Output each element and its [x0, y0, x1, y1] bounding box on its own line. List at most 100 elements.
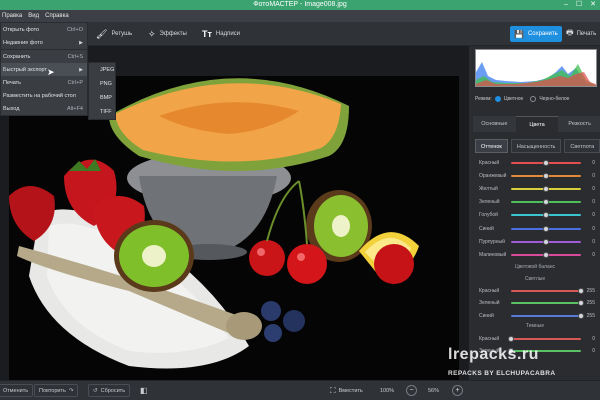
slider-knob[interactable]	[578, 300, 584, 306]
effects-button[interactable]: ✧ Эффекты	[148, 26, 187, 42]
slider-label: Оранжевый	[479, 172, 507, 179]
submenu-item-tiff[interactable]: TIFF	[89, 105, 115, 119]
menu-item-label: Быстрый экспорт	[3, 66, 47, 73]
submenu-item-png[interactable]: PNG	[89, 77, 115, 91]
menu-item-shortcut: Ctrl+P	[67, 79, 83, 86]
slider-track[interactable]	[511, 159, 581, 166]
compare-button[interactable]: ◧	[140, 384, 148, 397]
menu-item-recent[interactable]: Недавние фото ▶	[1, 36, 87, 49]
slider-label: Красный	[479, 287, 500, 294]
compare-icon: ◧	[140, 386, 148, 395]
submenu-item-jpeg[interactable]: JPEG	[89, 63, 115, 77]
subtab-lightness[interactable]: Светлота	[564, 139, 600, 153]
slider-track[interactable]	[508, 335, 581, 342]
brush-icon: 🖌	[96, 28, 108, 39]
slider-track[interactable]	[511, 312, 584, 319]
slider-track[interactable]	[511, 287, 584, 294]
zoom-in-button[interactable]: +	[452, 384, 463, 397]
maximize-icon[interactable]: ☐	[576, 0, 582, 10]
menu-item-shortcut: Ctrl+O	[66, 26, 83, 33]
menu-item-shortcut: Alt+F4	[66, 105, 83, 112]
menu-item-quick-export[interactable]: Быстрый экспорт ▶	[1, 63, 87, 76]
menu-item-save[interactable]: Сохранить Ctrl+S	[1, 50, 87, 63]
zoom-out-button[interactable]: −	[406, 384, 417, 397]
captions-label: Надписи	[215, 31, 241, 37]
photo-image	[9, 76, 459, 392]
slider-knob[interactable]	[543, 159, 549, 166]
slider-row: Желтый 0	[479, 183, 597, 194]
zoom-value: 56%	[428, 384, 439, 397]
mode-color-label: Цветное	[503, 96, 524, 102]
print-button[interactable]: 🖶 Печать	[566, 26, 596, 42]
menu-item-label: Недавние фото	[3, 39, 43, 46]
slider-label: Малиновый	[479, 251, 507, 258]
slider-track[interactable]	[511, 238, 581, 245]
slider-knob[interactable]	[543, 238, 549, 245]
captions-button[interactable]: Tт Надписи	[202, 26, 240, 42]
quick-export-submenu: JPEG PNG BMP TIFF	[88, 62, 116, 120]
menu-item-print[interactable]: Печать Ctrl+P	[1, 76, 87, 89]
slider-track[interactable]	[511, 185, 581, 192]
fit-button[interactable]: ⛶ Вместить	[330, 384, 363, 397]
photo-canvas[interactable]	[9, 76, 459, 392]
slider-row: Красный 0	[479, 333, 597, 344]
histogram	[475, 49, 597, 87]
minus-icon: −	[406, 385, 417, 396]
slider-row: Синий 0	[479, 223, 597, 234]
mode-color-radio[interactable]	[494, 96, 501, 102]
highlights-title: Светлые	[524, 276, 546, 282]
slider-row: Голубой 0	[479, 210, 597, 221]
mode-bw-label: Черно-белое	[539, 96, 570, 102]
subtab-hue[interactable]: Оттенок	[475, 139, 508, 153]
close-icon[interactable]: ✕	[590, 0, 596, 10]
window-title: ФотоМАСТЕР - Image008.jpg	[253, 1, 347, 8]
slider-value: 0	[592, 348, 595, 354]
reset-button[interactable]: ↺ Сбросить	[88, 384, 131, 397]
slider-track[interactable]	[511, 199, 581, 206]
slider-row: Зеленый 0	[479, 197, 597, 208]
slider-knob[interactable]	[543, 172, 549, 179]
undo-button[interactable]: Отменить	[0, 384, 34, 397]
app-window: ФотоМАСТЕР - Image008.jpg – ☐ ✕ Правка В…	[0, 0, 600, 400]
subtab-saturation[interactable]: Насыщенность	[510, 139, 562, 153]
mode-bw-radio[interactable]	[530, 96, 537, 102]
slider-track[interactable]	[511, 225, 581, 232]
tab-colors[interactable]: Цвета	[515, 116, 559, 132]
slider-track[interactable]	[511, 172, 581, 179]
menu-item-set-wallpaper[interactable]: Разместить на рабочий стол	[1, 89, 87, 102]
minimize-icon[interactable]: –	[564, 0, 568, 10]
retouch-button[interactable]: 🖌 Ретушь	[96, 26, 132, 42]
slider-knob[interactable]	[578, 312, 584, 319]
slider-knob[interactable]	[508, 335, 514, 342]
tab-sharpness[interactable]: Резкость	[558, 116, 600, 132]
color-subtabs: Оттенок Насыщенность Светлота	[475, 139, 600, 153]
slider-knob[interactable]	[543, 251, 549, 258]
text-icon: Tт	[202, 29, 212, 39]
tab-basic[interactable]: Основные	[473, 116, 516, 132]
adjustments-panel: Режим: Цветное Черно-белое Основные Цвет…	[468, 46, 600, 380]
slider-track[interactable]	[511, 251, 581, 258]
slider-knob[interactable]	[578, 287, 584, 294]
printer-icon: 🖶	[566, 28, 574, 37]
chevron-right-icon: ▶	[79, 39, 83, 46]
slider-knob[interactable]	[543, 212, 549, 219]
zoom-100-button[interactable]: 100%	[380, 384, 394, 397]
slider-label: Желтый	[479, 185, 498, 192]
slider-knob[interactable]	[543, 185, 549, 192]
mode-label: Режим:	[475, 96, 492, 102]
menu-item-exit[interactable]: Выход Alt+F4	[1, 102, 87, 115]
redo-button[interactable]: Повторить ↷	[34, 384, 79, 397]
menu-edit[interactable]: Правка	[2, 10, 22, 22]
slider-track[interactable]	[511, 212, 581, 219]
menu-item-label: Разместить на рабочий стол	[3, 92, 76, 99]
menu-view[interactable]: Вид	[28, 10, 39, 22]
submenu-item-bmp[interactable]: BMP	[89, 91, 115, 105]
slider-value: 0	[592, 199, 595, 206]
slider-track[interactable]	[511, 300, 584, 306]
watermark-credit: REPACKS BY ELCHUPACABRA	[448, 370, 556, 377]
menu-help[interactable]: Справка	[45, 10, 69, 22]
slider-knob[interactable]	[543, 199, 549, 206]
save-button[interactable]: 💾 Сохранить	[510, 26, 562, 42]
menu-item-open[interactable]: Открыть фото Ctrl+O	[1, 23, 87, 36]
slider-knob[interactable]	[543, 225, 549, 232]
